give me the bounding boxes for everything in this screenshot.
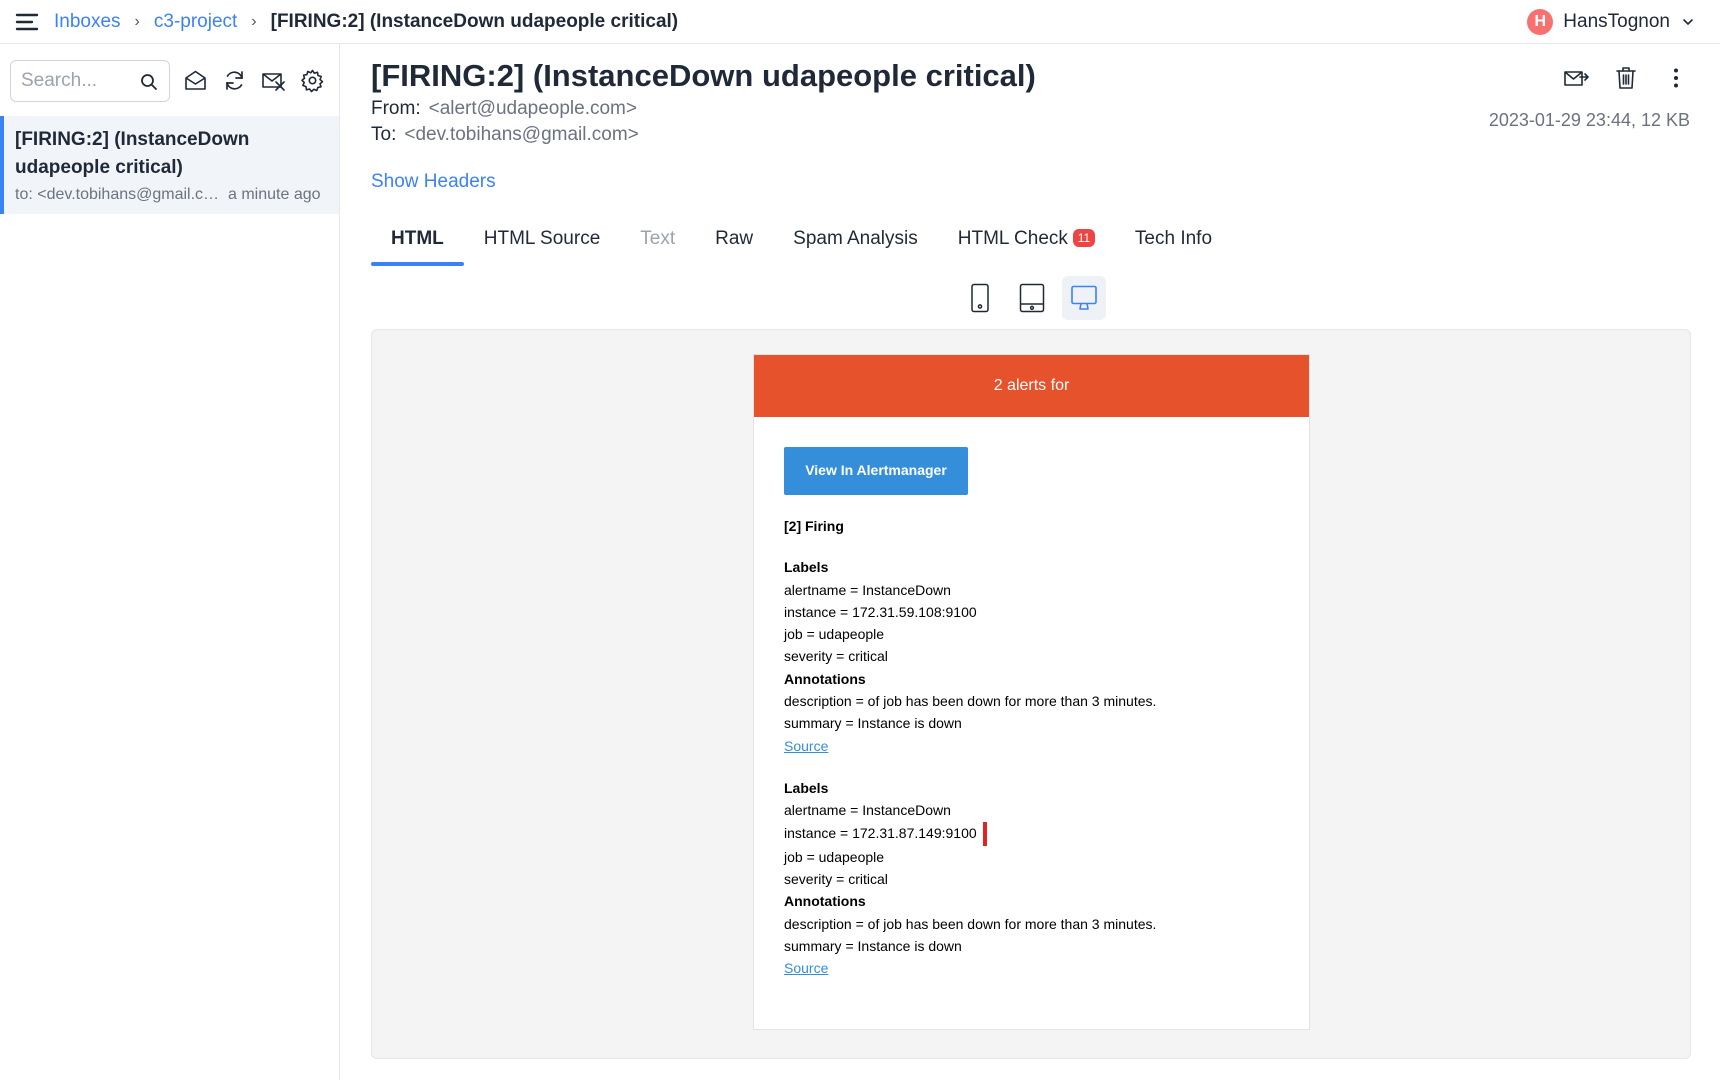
tab-label: Text: [640, 228, 676, 249]
message-meta: 2023-01-29 23:44, 12 KB: [1488, 110, 1690, 130]
message-title: [FIRING:2] (InstanceDown udapeople criti…: [371, 58, 1036, 93]
mark-all-read-icon[interactable]: [183, 68, 208, 93]
breadcrumb-separator-icon: ›: [251, 12, 257, 30]
alert-banner: 2 alerts for: [754, 355, 1309, 417]
tab-tech-info[interactable]: Tech Info: [1115, 216, 1232, 266]
tab-html-source[interactable]: HTML Source: [464, 216, 621, 266]
breadcrumb-current: [FIRING:2] (InstanceDown udapeople criti…: [270, 10, 679, 32]
text-cursor-marker: [982, 821, 987, 846]
forward-mail-icon[interactable]: [1562, 64, 1590, 92]
annotation-line: summary = Instance is down: [784, 938, 962, 955]
to-address: <dev.tobihans@gmail.com>: [404, 124, 639, 145]
show-headers-link[interactable]: Show Headers: [371, 171, 496, 193]
breadcrumb: Inboxes › c3-project › [FIRING:2] (Insta…: [54, 11, 678, 33]
alert-body: View In Alertmanager [2] Firing Labels a…: [784, 447, 1284, 980]
from-label: From:: [371, 98, 421, 119]
tab-label: HTML Check: [957, 228, 1068, 249]
trash-icon[interactable]: [1612, 64, 1640, 92]
tab-label: Spam Analysis: [793, 228, 918, 249]
to-label: To:: [371, 124, 397, 145]
annotation-line: description = of job has been down for m…: [784, 915, 1157, 932]
desktop-icon: [1070, 284, 1098, 312]
desktop-view-button[interactable]: [1062, 276, 1106, 320]
label-line: instance = 172.31.87.149:9100: [784, 824, 977, 841]
message-list-item[interactable]: [FIRING:2] (InstanceDown udapeople criti…: [0, 116, 339, 214]
top-bar: Inboxes › c3-project › [FIRING:2] (Insta…: [0, 0, 1720, 44]
breadcrumb-project[interactable]: c3-project: [154, 11, 237, 33]
sidebar-toolbar: [183, 68, 325, 93]
to-row: To: <dev.tobihans@gmail.com>: [371, 124, 639, 146]
tab-label: Tech Info: [1134, 228, 1213, 249]
labels-heading: Labels: [784, 779, 829, 796]
tab-html[interactable]: HTML: [371, 216, 464, 266]
tab-label: HTML: [391, 228, 444, 249]
label-line: alertname = InstanceDown: [784, 581, 951, 598]
more-options-icon[interactable]: [1662, 64, 1690, 92]
label-line-with-cursor: instance = 172.31.87.149:9100: [784, 821, 1284, 846]
tab-spam-analysis[interactable]: Spam Analysis: [773, 216, 938, 266]
view-tabs: HTML HTML Source Text Raw Spam Analysis …: [371, 216, 1232, 266]
message-view: [FIRING:2] (InstanceDown udapeople criti…: [341, 44, 1720, 1080]
label-line: instance = 172.31.59.108:9100: [784, 603, 977, 620]
message-time: a minute ago: [228, 186, 321, 203]
sidebar: [FIRING:2] (InstanceDown udapeople criti…: [0, 44, 340, 1080]
label-line: severity = critical: [784, 871, 888, 888]
breadcrumb-inboxes[interactable]: Inboxes: [54, 11, 121, 33]
label-line: severity = critical: [784, 648, 888, 665]
phone-view-button[interactable]: [958, 276, 1002, 320]
label-line: job = udapeople: [784, 626, 885, 643]
tab-raw[interactable]: Raw: [695, 216, 773, 266]
from-address: <alert@udapeople.com>: [428, 98, 637, 119]
refresh-icon[interactable]: [222, 68, 247, 93]
from-row: From: <alert@udapeople.com>: [371, 98, 637, 120]
device-preview-toggle: [958, 276, 1106, 320]
user-name: HansTognon: [1563, 11, 1670, 32]
label-line: alertname = InstanceDown: [784, 802, 951, 819]
avatar: H: [1527, 9, 1554, 35]
breadcrumb-separator-icon: ›: [134, 12, 140, 30]
tab-text: Text: [620, 216, 695, 266]
message-actions: [1562, 64, 1690, 92]
gear-icon[interactable]: [300, 68, 325, 93]
html-check-badge: 11: [1072, 229, 1095, 247]
chevron-down-icon: [1682, 16, 1694, 28]
annotations-heading: Annotations: [784, 670, 866, 687]
search-field: [10, 60, 170, 102]
html-preview: 2 alerts for View In Alertmanager [2] Fi…: [371, 329, 1691, 1059]
search-icon[interactable]: [139, 72, 159, 92]
phone-icon: [969, 283, 991, 313]
email-content: 2 alerts for View In Alertmanager [2] Fi…: [753, 354, 1310, 1030]
annotations-heading: Annotations: [784, 893, 866, 910]
message-subject: [FIRING:2] (InstanceDown udapeople criti…: [15, 129, 250, 178]
user-menu[interactable]: H HansTognon: [1527, 8, 1694, 36]
tab-html-check[interactable]: HTML Check 11: [938, 216, 1115, 266]
view-in-alertmanager-button[interactable]: View In Alertmanager: [784, 447, 968, 495]
tab-label: HTML Source: [483, 228, 601, 249]
source-link[interactable]: Source: [784, 738, 828, 754]
tablet-icon: [1019, 283, 1045, 313]
tablet-view-button[interactable]: [1010, 276, 1054, 320]
annotation-line: summary = Instance is down: [784, 715, 962, 732]
firing-count: [2] Firing: [784, 518, 844, 534]
search-input[interactable]: [21, 70, 131, 92]
delete-all-icon[interactable]: [261, 68, 286, 93]
source-link[interactable]: Source: [784, 960, 828, 976]
label-line: job = udapeople: [784, 848, 885, 865]
menu-icon[interactable]: [14, 9, 40, 35]
tab-label: Raw: [715, 228, 754, 249]
message-recipient: to: <dev.tobihans@gmail.com>: [15, 186, 220, 203]
labels-heading: Labels: [784, 559, 829, 576]
annotation-line: description = of job has been down for m…: [784, 693, 1157, 710]
